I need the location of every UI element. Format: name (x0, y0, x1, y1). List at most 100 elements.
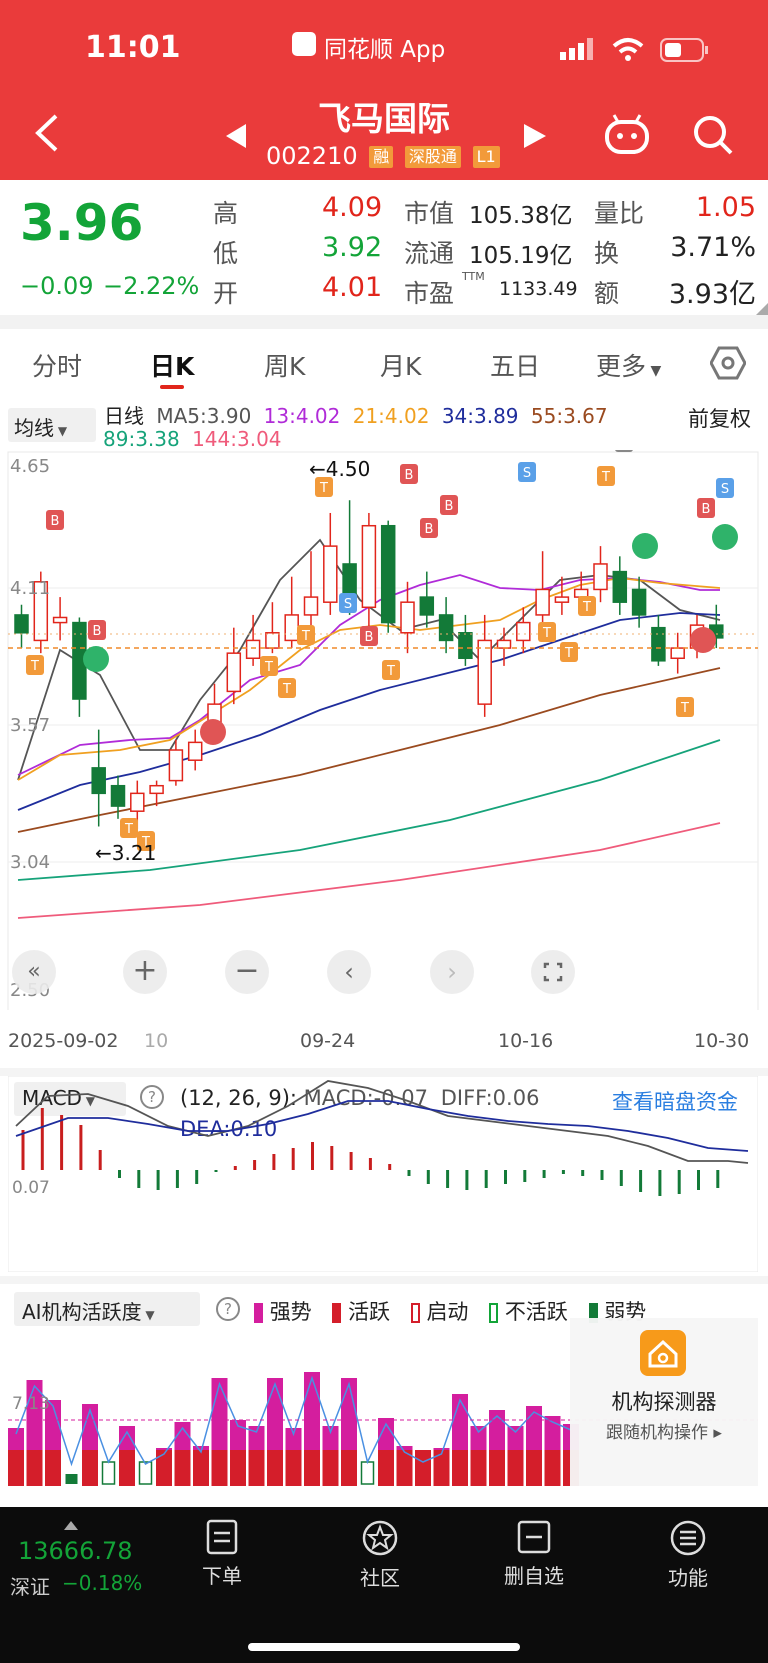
candle-body (573, 588, 589, 598)
nav-community[interactable]: 社区 (320, 1519, 440, 1591)
ai-bar-strong (433, 1448, 450, 1450)
candle-body (149, 784, 164, 795)
detector-subtitle: 跟随机构操作 ▸ (570, 1418, 758, 1443)
sell-signal: S (344, 597, 352, 612)
tab-weekly-k[interactable]: 周K (264, 347, 305, 383)
scroll-left-button[interactable]: ‹ (327, 950, 371, 994)
pe-sup: TTM (462, 270, 485, 283)
max-price-label: ←4.50 (309, 457, 371, 481)
ai-bar-active (82, 1450, 98, 1486)
legend-inactive: 不活跃 (504, 1300, 568, 1324)
next-stock-button[interactable] (524, 124, 546, 152)
ai-bar-strong (452, 1394, 468, 1450)
long-signal-icon (690, 627, 716, 653)
tab-daily-k[interactable]: 日K (150, 347, 194, 383)
help-icon[interactable]: ? (216, 1297, 240, 1321)
ai-bar-strong (285, 1428, 302, 1450)
t-signal: T (680, 701, 689, 716)
ai-activity-selector[interactable]: AI机构活跃度 ▼ (14, 1292, 200, 1326)
macd-chart: 0.07 (7, 1075, 759, 1273)
ai-bar-active (544, 1450, 561, 1486)
t-signal: T (124, 822, 133, 837)
robot-assistant-icon[interactable] (604, 114, 650, 158)
tab-monthly-k[interactable]: 月K (380, 347, 421, 383)
volratio-label: 量比 (594, 199, 645, 228)
candle-body (91, 767, 106, 795)
t-signal: T (282, 682, 291, 697)
ai-bar-strong (304, 1372, 320, 1450)
divider (0, 1276, 768, 1284)
legend-start: 启动 (426, 1300, 469, 1324)
ai-bar-active (248, 1450, 265, 1486)
indicator-selector[interactable]: 均线 ▼ (8, 408, 96, 442)
candle-body (380, 524, 396, 624)
quote-panel: 3.96 −0.09 −2.22% 高 低 开 4.09 3.92 4.01 市… (0, 180, 768, 315)
min-price-label: ←3.21 (95, 841, 157, 865)
sell-signal: S (523, 466, 531, 481)
candle-body (187, 741, 203, 761)
t-signal: T (601, 470, 610, 485)
kline-chart-svg[interactable]: BBTTTTTTTBBBBTSSTSTTTBST (0, 450, 768, 1010)
scroll-right-button[interactable]: › (430, 950, 474, 994)
candle-body (438, 614, 454, 642)
candle-body (400, 601, 415, 634)
remove-watchlist-icon (517, 1520, 551, 1554)
x-date-end: 10-30 (694, 1030, 750, 1052)
tab-five-day[interactable]: 五日 (490, 347, 540, 383)
ma89-value: 89:3.38 (103, 427, 180, 451)
chart-settings-icon[interactable] (709, 345, 747, 385)
nav-order[interactable]: 下单 (162, 1519, 282, 1589)
ma5-value: MA5:3.90 (156, 404, 252, 428)
tab-more-label: 更多 (596, 352, 647, 381)
nav-remove-label: 删自选 (504, 1564, 564, 1588)
candle-body (516, 621, 531, 642)
amount-label: 额 (594, 279, 620, 308)
zoom-in-button[interactable]: + (123, 950, 167, 994)
expand-corner-icon[interactable] (756, 303, 768, 315)
fullscreen-icon[interactable] (531, 950, 575, 994)
status-time: 11:01 (85, 30, 181, 65)
index-value[interactable]: 13666.78 (18, 1537, 133, 1565)
ai-selector-label: AI机构活跃度 (22, 1300, 142, 1324)
low-label: 低 (213, 239, 239, 268)
mktcap-label: 市值 (404, 199, 455, 228)
dropdown-caret-icon: ▼ (141, 1308, 155, 1322)
ai-bar-active (211, 1450, 228, 1486)
period-tabs: 分时 日K 周K 月K 五日 更多 ▼ (0, 335, 768, 393)
diff-line (15, 1080, 749, 1164)
candle-body (130, 792, 145, 812)
candle-body (651, 626, 666, 662)
tab-intraday[interactable]: 分时 (32, 347, 82, 383)
ai-bar-strong (470, 1426, 487, 1450)
ma-legend-row1: 日线 MA5:3.90 13:4.02 21:4.02 34:3.89 55:3… (104, 400, 608, 429)
macd-axis-label: 0.07 (12, 1178, 50, 1198)
ai-bar-strong (119, 1426, 135, 1450)
divider (0, 1068, 768, 1076)
candle-body (14, 614, 29, 634)
x-date-start: 2025-09-02 (8, 1030, 119, 1052)
candle-body (554, 596, 570, 603)
signal-icon (560, 38, 596, 64)
zoom-out-all-button[interactable]: « (12, 950, 56, 994)
nav-functions[interactable]: 功能 (628, 1519, 748, 1591)
candle-body (323, 545, 338, 603)
candle-body (265, 632, 280, 649)
candle-body (361, 524, 377, 609)
search-icon[interactable] (692, 114, 734, 160)
buy-signal: B (93, 624, 102, 639)
institution-detector-card[interactable]: 机构探测器 跟随机构操作 ▸ (570, 1318, 758, 1486)
adjust-mode-button[interactable]: 前复权 (688, 403, 751, 433)
nav-community-label: 社区 (360, 1566, 400, 1590)
long-signal-icon (200, 719, 226, 745)
divider (0, 315, 768, 329)
nav-remove-watchlist[interactable]: 删自选 (474, 1519, 594, 1589)
kline-chart[interactable]: BBTTTTTTTBBBBTSSTSTTTBST 4.65 4.11 3.57 … (0, 450, 768, 1052)
tab-more[interactable]: 更多 ▼ (596, 347, 661, 383)
candle-body (612, 570, 628, 603)
y-label-3: 3.57 (10, 715, 51, 736)
pe-label: 市盈 (404, 279, 455, 308)
pe-value: 1133.49 (499, 278, 578, 300)
ai-bar-active (341, 1450, 357, 1486)
zoom-out-button[interactable]: − (225, 950, 269, 994)
y-label-4: 3.04 (10, 852, 51, 873)
